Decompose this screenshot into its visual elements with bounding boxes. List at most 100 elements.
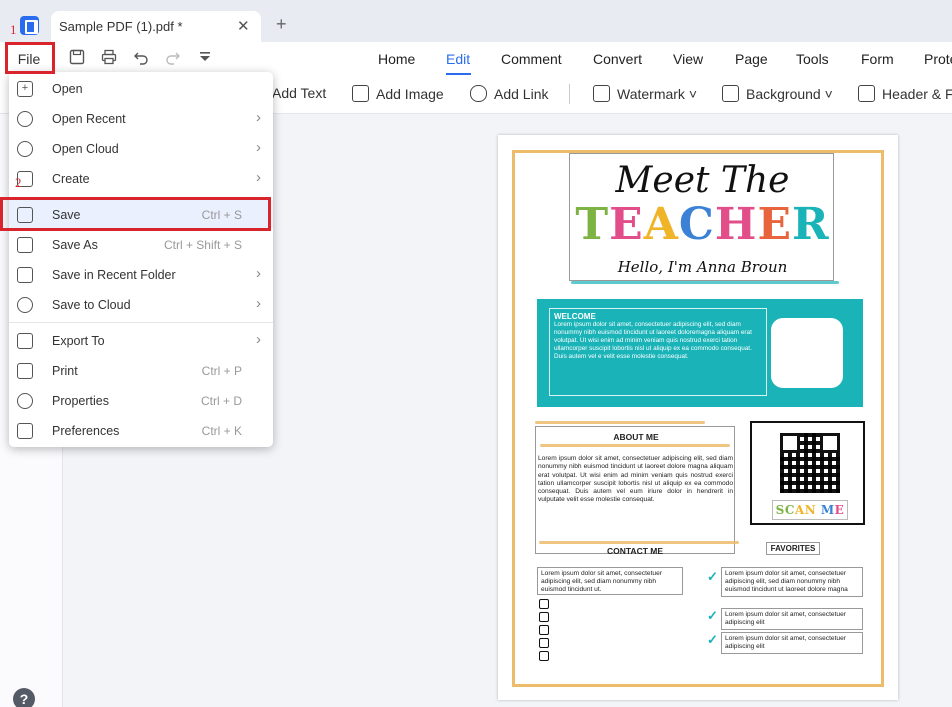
menu-item-label: Save As xyxy=(52,238,98,252)
favorites-title: FAVORITES xyxy=(766,542,820,555)
annotation-box-file xyxy=(5,42,55,74)
tab-edit[interactable]: Edit xyxy=(446,51,470,67)
brush-stroke xyxy=(539,541,739,544)
menu-item-save-in-recent-folder[interactable]: Save in Recent Folder › xyxy=(9,260,273,288)
welcome-panel: WELCOME Lorem ipsum dolor sit amet, cons… xyxy=(537,299,863,407)
tab-home[interactable]: Home xyxy=(378,51,415,67)
tab-comment[interactable]: Comment xyxy=(501,51,562,67)
check-icon: ✓ xyxy=(707,569,718,584)
about-box: ABOUT ME Lorem ipsum dolor sit amet, con… xyxy=(535,426,735,554)
menu-item-create[interactable]: Create › xyxy=(9,164,273,192)
annotation-step-2: 2 xyxy=(15,175,22,190)
menu-item-save-to-cloud[interactable]: Save to Cloud › xyxy=(9,290,273,318)
close-tab-icon[interactable]: ✕ xyxy=(237,17,250,35)
undo-icon[interactable] xyxy=(131,49,151,69)
help-icon[interactable]: ? xyxy=(13,688,35,707)
photo-placeholder xyxy=(771,318,843,388)
cloud-upload-icon xyxy=(17,297,33,313)
brush-stroke xyxy=(571,281,839,284)
menu-item-shortcut: Ctrl + D xyxy=(200,394,242,408)
document-tab[interactable]: Sample PDF (1).pdf * ✕ xyxy=(51,11,261,43)
menu-item-label: Preferences xyxy=(52,424,120,438)
tab-page[interactable]: Page xyxy=(735,51,768,67)
title-box: Meet The TEACHER Hello, I'm Anna Broun xyxy=(569,153,834,281)
folder-icon xyxy=(17,267,33,283)
add-image-label: Add Image xyxy=(376,86,444,102)
contact-text-box: Lorem ipsum dolor sit amet, consectetuer… xyxy=(537,567,683,595)
menu-item-shortcut: Ctrl + Shift + S xyxy=(163,238,242,252)
tab-title: Sample PDF (1).pdf * xyxy=(59,19,183,34)
app-logo-icon xyxy=(20,16,39,35)
header-footer-button[interactable]: Header & F xyxy=(858,85,952,102)
add-link-label: Add Link xyxy=(494,86,549,102)
watermark-button[interactable]: Watermark ˅ xyxy=(593,85,697,102)
menu-item-label: Open xyxy=(52,82,83,96)
page-border: Meet The TEACHER Hello, I'm Anna Broun W… xyxy=(512,150,884,687)
ribbon-divider xyxy=(569,84,570,104)
background-label: Background xyxy=(746,86,821,102)
welcome-text: Lorem ipsum dolor sit amet, consectetuer… xyxy=(554,321,752,360)
menu-item-open[interactable]: + Open xyxy=(9,74,273,102)
print-icon[interactable] xyxy=(99,49,119,69)
link-icon xyxy=(470,85,487,102)
active-tab-indicator xyxy=(446,73,471,75)
add-link-button[interactable]: Add Link xyxy=(470,85,548,102)
qr-code-icon xyxy=(780,433,840,493)
menu-item-properties[interactable]: Properties Ctrl + D xyxy=(9,386,273,414)
title-letter: T xyxy=(575,199,610,250)
background-button[interactable]: Background ˅ xyxy=(722,85,833,102)
menu-item-preferences[interactable]: Preferences Ctrl + K xyxy=(9,416,273,444)
tab-view[interactable]: View xyxy=(673,51,703,67)
email-icon xyxy=(539,638,549,648)
annotation-step-1: 1 xyxy=(10,22,17,37)
tab-form[interactable]: Form xyxy=(861,51,894,67)
title-letter: A xyxy=(643,199,679,250)
check-icon: ✓ xyxy=(707,632,718,647)
title-letter: H xyxy=(714,199,758,250)
menu-item-label: Open Cloud xyxy=(52,142,119,156)
pdf-page[interactable]: Meet The TEACHER Hello, I'm Anna Broun W… xyxy=(498,135,898,700)
menu-item-open-recent[interactable]: Open Recent › xyxy=(9,104,273,132)
add-text-button[interactable]: Add Text xyxy=(272,85,326,101)
title-letter: S xyxy=(775,503,785,517)
favorite-text: Lorem ipsum dolor sit amet, consectetuer… xyxy=(725,635,846,650)
facebook-icon xyxy=(539,612,549,622)
title-letter: A xyxy=(794,503,805,517)
menu-bar: File Home Edit Comment Convert View Page… xyxy=(0,42,952,76)
background-icon xyxy=(722,85,739,102)
check-icon: ✓ xyxy=(707,608,718,623)
title-script: Meet The xyxy=(615,160,790,201)
title-letter: E xyxy=(609,199,644,250)
tab-tools[interactable]: Tools xyxy=(796,51,829,67)
new-tab-icon[interactable]: + xyxy=(276,14,287,35)
add-image-button[interactable]: Add Image xyxy=(352,85,444,102)
title-bar: Sample PDF (1).pdf * ✕ + xyxy=(0,0,952,43)
watermark-icon xyxy=(593,85,610,102)
contact-text: Lorem ipsum dolor sit amet, consectetuer… xyxy=(541,570,662,593)
redo-icon[interactable] xyxy=(163,49,183,69)
menu-item-label: Export To xyxy=(52,334,105,348)
menu-item-print[interactable]: Print Ctrl + P xyxy=(9,356,273,384)
open-icon: + xyxy=(17,81,33,97)
menu-item-label: Print xyxy=(52,364,78,378)
menu-item-open-cloud[interactable]: Open Cloud › xyxy=(9,134,273,162)
save-icon[interactable] xyxy=(67,49,87,69)
qr-box: SCAN ME xyxy=(750,421,865,525)
file-dropdown-menu: + Open Open Recent › Open Cloud › Create… xyxy=(9,72,273,447)
tab-convert[interactable]: Convert xyxy=(593,51,642,67)
menu-item-save-as[interactable]: Save As Ctrl + Shift + S xyxy=(9,230,273,258)
image-icon xyxy=(352,85,369,102)
menu-item-export-to[interactable]: Export To › xyxy=(9,326,273,354)
add-text-label: Add Text xyxy=(272,85,327,101)
dropdown-icon[interactable] xyxy=(195,49,215,69)
favorite-text: Lorem ipsum dolor sit amet, consectetuer… xyxy=(725,611,846,626)
favorite-item: Lorem ipsum dolor sit amet, consectetuer… xyxy=(721,567,863,597)
about-text: Lorem ipsum dolor sit amet, consectetuer… xyxy=(538,455,733,504)
menu-item-shortcut: Ctrl + K xyxy=(201,424,242,438)
tab-protect[interactable]: Prote xyxy=(924,51,952,67)
favorite-item: Lorem ipsum dolor sit amet, consectetuer… xyxy=(721,632,863,654)
title-letter: E xyxy=(834,503,845,517)
chevron-right-icon: › xyxy=(256,265,261,282)
header-footer-icon xyxy=(858,85,875,102)
annotation-box-save xyxy=(0,197,271,231)
